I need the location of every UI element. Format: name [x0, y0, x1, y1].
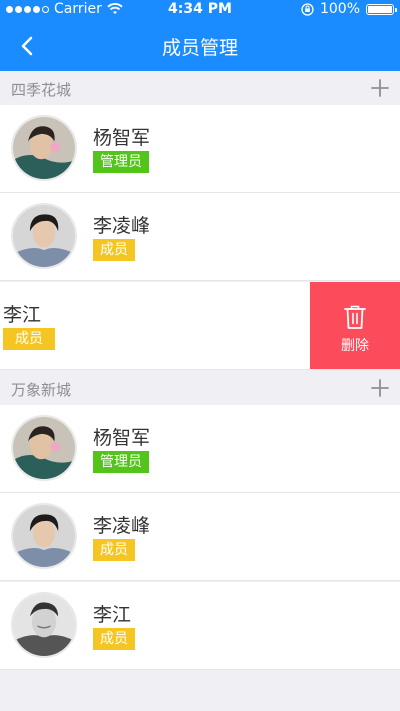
role-badge: 成员 — [93, 539, 135, 561]
status-bar: Carrier 4:34 PM 100% — [0, 0, 400, 20]
avatar — [11, 503, 77, 569]
role-badge: 成员 — [93, 628, 135, 650]
plus-icon[interactable] — [370, 78, 390, 98]
status-right: 100% — [301, 1, 397, 17]
member-name: 李凌峰 — [93, 515, 151, 537]
member-row-swiped[interactable]: 李江 成员 删除 — [0, 282, 400, 370]
member-name: 杨智军 — [93, 127, 151, 149]
member-name: 杨智军 — [93, 427, 151, 449]
avatar — [11, 203, 77, 269]
role-badge: 成员 — [3, 328, 55, 350]
member-row[interactable]: 李凌峰 成员 — [0, 493, 400, 581]
member-row[interactable]: 李凌峰 成员 — [0, 193, 400, 281]
member-row[interactable]: 李江 成员 — [0, 582, 400, 670]
group-header: 万象新城 — [0, 371, 400, 405]
avatar — [11, 592, 77, 658]
member-row[interactable]: 杨智军 管理员 — [0, 105, 400, 193]
trash-icon — [344, 305, 366, 329]
nav-bar: 成员管理 — [0, 20, 400, 71]
delete-button[interactable]: 删除 — [310, 282, 400, 369]
group-name: 万象新城 — [11, 381, 72, 399]
role-badge: 管理员 — [93, 151, 149, 173]
orientation-lock-icon — [301, 2, 314, 16]
member-name: 李凌峰 — [93, 215, 151, 237]
group-name: 四季花城 — [11, 81, 72, 99]
member-name: 李江 — [3, 304, 42, 326]
role-badge: 成员 — [93, 239, 135, 261]
battery-icon — [366, 3, 397, 15]
battery-percent: 100% — [319, 1, 360, 17]
delete-label: 删除 — [341, 338, 369, 354]
avatar — [11, 415, 77, 481]
group-header: 四季花城 — [0, 71, 400, 105]
member-row[interactable]: 杨智军 管理员 — [0, 405, 400, 493]
page-title: 成员管理 — [161, 37, 238, 59]
role-badge: 管理员 — [93, 451, 149, 473]
avatar — [11, 115, 77, 181]
plus-icon[interactable] — [370, 378, 390, 398]
member-name: 李江 — [93, 604, 132, 626]
